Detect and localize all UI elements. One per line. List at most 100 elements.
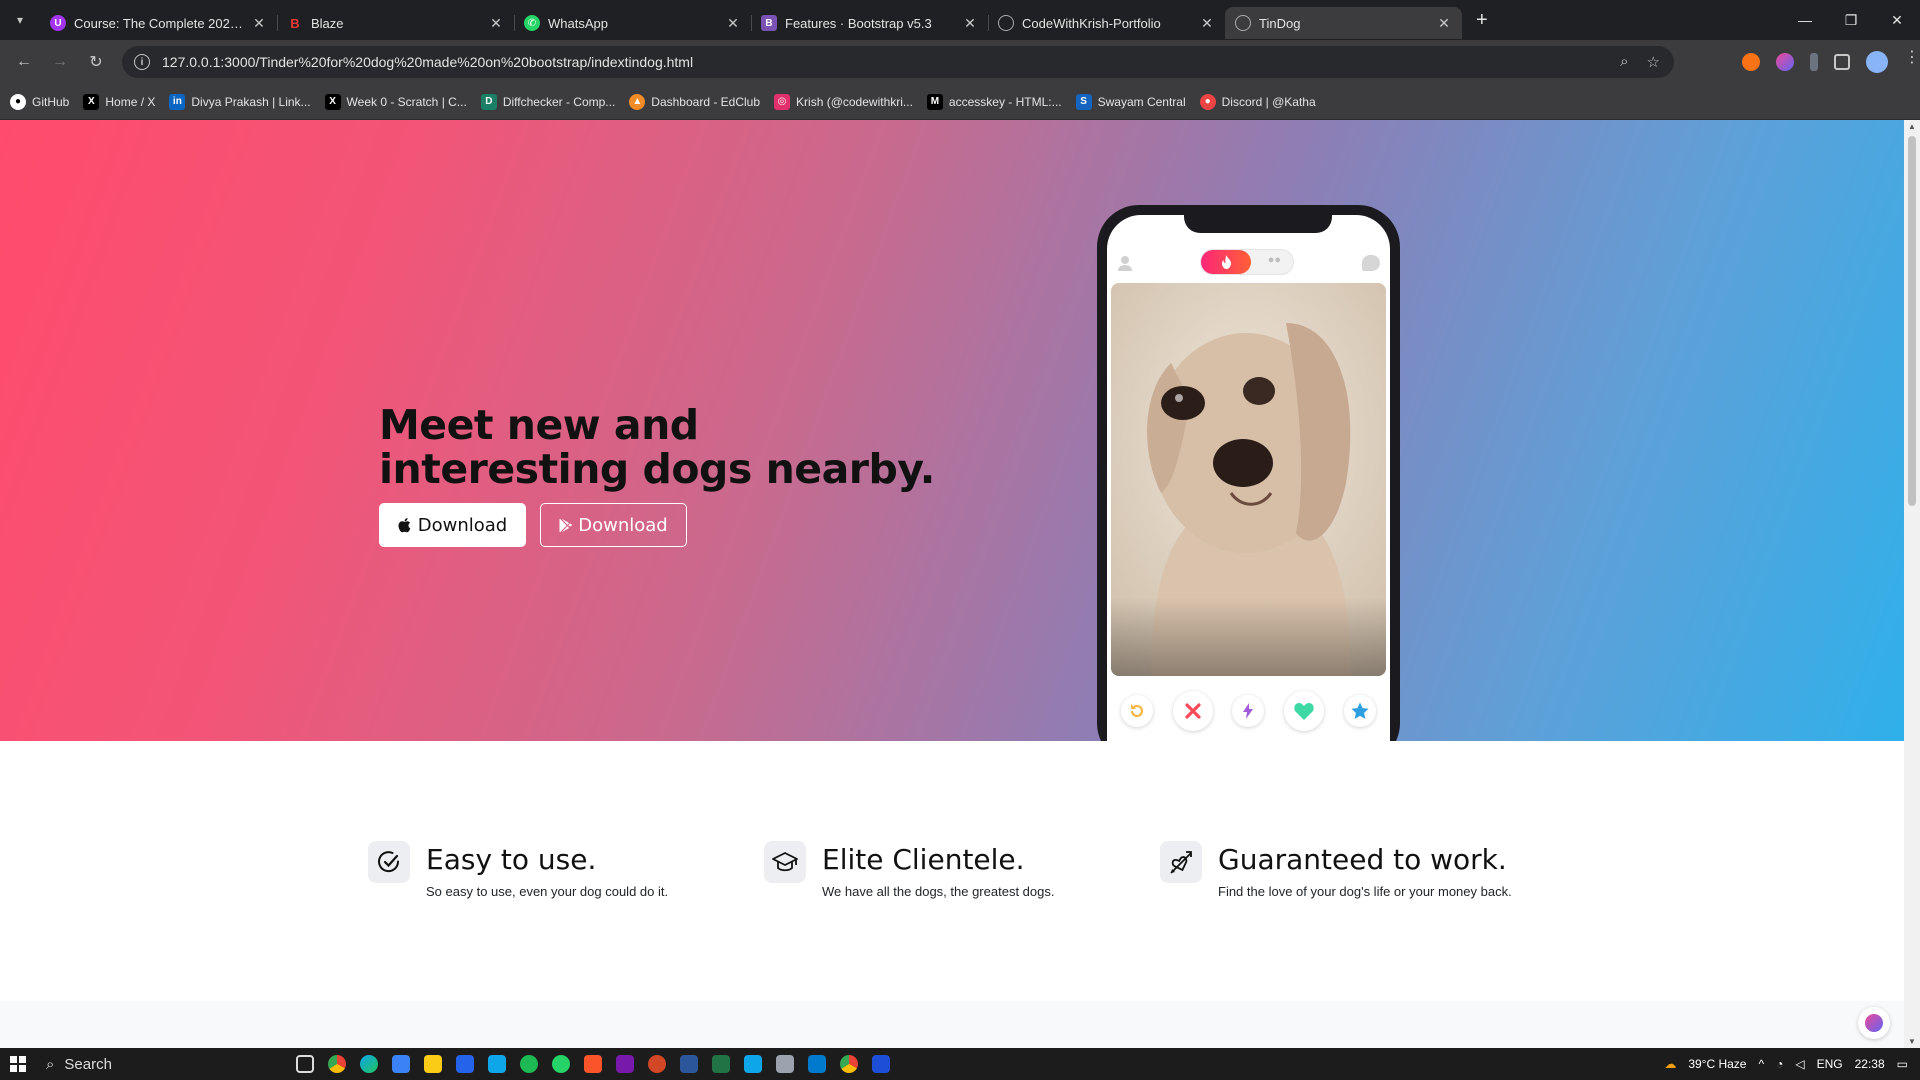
app-icon[interactable]	[872, 1055, 890, 1073]
tab-whatsapp[interactable]: ✆ WhatsApp ✕	[514, 7, 751, 39]
avatar[interactable]	[1866, 51, 1888, 73]
scroll-down-icon[interactable]: ▼	[1908, 1037, 1916, 1046]
tab-blaze[interactable]: B Blaze ✕	[277, 7, 514, 39]
excel-icon[interactable]	[712, 1055, 730, 1073]
vertical-scrollbar[interactable]: ▲ ▼	[1904, 120, 1920, 1048]
bookmark-label: GitHub	[32, 94, 70, 109]
chrome-icon[interactable]	[328, 1055, 346, 1073]
close-icon[interactable]: ✕	[251, 15, 267, 32]
nope-button[interactable]	[1172, 691, 1213, 731]
clock-text[interactable]: 22:38	[1855, 1057, 1885, 1071]
like-button[interactable]	[1284, 691, 1325, 731]
rewind-button[interactable]	[1120, 695, 1153, 727]
address-bar[interactable]: i 127.0.0.1:3000/Tinder%20for%20dog%20ma…	[122, 46, 1674, 78]
app-icon[interactable]	[488, 1055, 506, 1073]
weather-text[interactable]: 39°C Haze	[1688, 1057, 1746, 1071]
app-icon[interactable]	[776, 1055, 794, 1073]
tab-tindog[interactable]: TinDog ✕	[1225, 7, 1462, 39]
reload-button[interactable]: ↻	[78, 52, 114, 72]
star-icon	[1351, 702, 1369, 719]
weather-icon: ☁	[1664, 1057, 1677, 1071]
udemy-icon: U	[50, 15, 66, 31]
bookmark-label: Dashboard - EdClub	[651, 94, 761, 109]
bookmark-discord[interactable]: ● Discord | @Katha	[1199, 93, 1316, 110]
close-icon[interactable]: ✕	[1436, 15, 1452, 32]
extension-floating-button[interactable]	[1858, 1007, 1890, 1039]
onenote-icon[interactable]	[616, 1055, 634, 1073]
task-view-icon[interactable]	[296, 1055, 314, 1073]
photos-icon[interactable]	[744, 1055, 762, 1073]
forward-button[interactable]: →	[42, 53, 78, 71]
close-icon[interactable]: ✕	[962, 15, 978, 32]
taskbar-search[interactable]: ⌕ Search	[36, 1056, 286, 1073]
site-info-icon[interactable]: i	[134, 54, 150, 70]
bookmark-label: Home / X	[105, 94, 156, 109]
brave-icon[interactable]	[584, 1055, 602, 1073]
bookmark-label: Discord | @Katha	[1221, 94, 1316, 109]
tab-portfolio[interactable]: CodeWithKrish-Portfolio ✕	[988, 7, 1225, 39]
bookmark-mdn[interactable]: Maccesskey - HTML:...	[926, 93, 1062, 110]
tab-course[interactable]: U Course: The Complete 2024 Web ✕	[40, 7, 277, 39]
globe-icon	[1235, 15, 1251, 31]
menu-icon[interactable]: ⋮	[1904, 50, 1920, 71]
tab-search-button[interactable]: ▾	[0, 0, 40, 40]
group-icon: ●●	[1267, 254, 1281, 266]
bookmark-scratch[interactable]: X Week 0 - Scratch | C...	[324, 93, 467, 110]
feature-title: Guaranteed to work.	[1218, 843, 1507, 876]
chevron-up-icon[interactable]: ^	[1758, 1057, 1764, 1071]
download-play-label: Download	[578, 514, 668, 536]
whatsapp-icon[interactable]	[552, 1055, 570, 1073]
graduation-cap-icon	[764, 841, 806, 883]
bookmark-x[interactable]: X Home / X	[83, 93, 156, 110]
bookmark-instagram[interactable]: ◎ Krish (@codewithkri...	[774, 93, 913, 110]
boost-button[interactable]	[1232, 695, 1265, 727]
wifi-icon[interactable]: ◔	[1776, 1057, 1783, 1071]
mail-icon[interactable]	[456, 1055, 474, 1073]
close-icon[interactable]: ✕	[1199, 15, 1215, 32]
scroll-up-icon[interactable]: ▲	[1908, 122, 1916, 131]
profile-icon	[1118, 256, 1132, 271]
extension-icon[interactable]	[1742, 53, 1760, 71]
store-icon[interactable]	[392, 1055, 410, 1073]
super-like-button[interactable]	[1344, 695, 1377, 727]
word-icon[interactable]	[680, 1055, 698, 1073]
spotify-icon[interactable]	[520, 1055, 538, 1073]
blaze-icon: B	[290, 15, 300, 31]
bookmark-swayam[interactable]: S Swayam Central	[1075, 93, 1186, 110]
minimize-button[interactable]: —	[1782, 0, 1828, 40]
bookmark-diffchecker[interactable]: D Diffchecker - Comp...	[480, 93, 615, 110]
bookmark-label: Week 0 - Scratch | C...	[346, 94, 467, 109]
scrollbar-thumb[interactable]	[1908, 136, 1916, 506]
download-apple-button[interactable]: Download	[379, 503, 526, 547]
edge-icon[interactable]	[360, 1055, 378, 1073]
tab-bootstrap[interactable]: B Features · Bootstrap v5.3 ✕	[751, 7, 988, 39]
chrome-icon[interactable]	[840, 1055, 858, 1073]
puzzle-icon[interactable]	[1834, 54, 1850, 70]
notification-icon[interactable]: ▭	[1897, 1057, 1908, 1071]
powerpoint-icon[interactable]	[648, 1055, 666, 1073]
file-explorer-icon[interactable]	[424, 1055, 442, 1073]
tab-title: Blaze	[311, 15, 344, 31]
bookmark-linkedin[interactable]: in Divya Prakash | Link...	[169, 93, 311, 110]
extension-icon[interactable]	[1810, 53, 1818, 71]
bookmark-github[interactable]: ● GitHub	[10, 93, 70, 110]
close-window-button[interactable]: ✕	[1874, 0, 1920, 40]
extension-icon[interactable]	[1776, 53, 1794, 71]
start-button[interactable]	[0, 1056, 36, 1072]
lang-text[interactable]: ENG	[1817, 1057, 1843, 1071]
bookmark-star-icon[interactable]: ☆	[1647, 53, 1660, 71]
close-icon[interactable]: ✕	[725, 15, 741, 32]
windows-taskbar: ⌕ Search ☁ 39°C Haze ^ ◔ ◁ ENG 22:38 ▭	[0, 1048, 1920, 1080]
download-play-button[interactable]: Download	[540, 503, 687, 547]
x-icon: X	[83, 93, 100, 110]
phone-screen: ●●	[1107, 215, 1390, 741]
new-tab-button[interactable]: +	[1476, 9, 1488, 32]
zoom-icon[interactable]: ⌕	[1620, 53, 1628, 71]
check-circle-icon	[368, 841, 410, 883]
back-button[interactable]: ←	[6, 53, 42, 71]
restore-button[interactable]: ❐	[1828, 0, 1874, 40]
vscode-icon[interactable]	[808, 1055, 826, 1073]
close-icon[interactable]: ✕	[488, 15, 504, 32]
bookmark-edclub[interactable]: ▲ Dashboard - EdClub	[629, 93, 761, 110]
volume-icon[interactable]: ◁	[1795, 1057, 1804, 1071]
